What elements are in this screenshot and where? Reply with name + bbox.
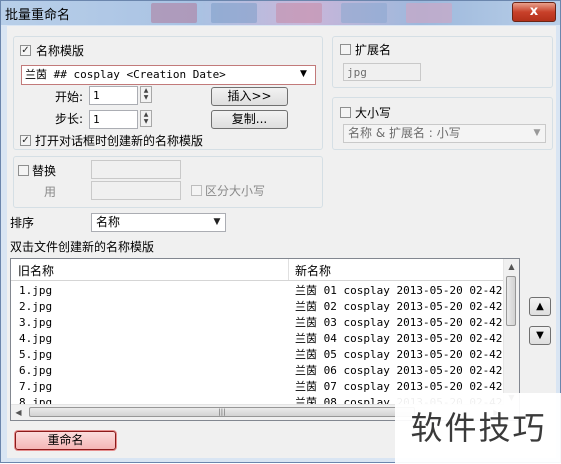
copy-button[interactable]: 复制... [211,110,288,129]
title-bar[interactable]: 批量重命名 x [1,1,560,25]
extension-label: 扩展名 [355,43,392,57]
new-name-cell: 兰茵 05 cosplay 2013-05-20 02-42.jpg [295,348,520,361]
step-spinner[interactable]: ▲ ▼ [140,110,152,127]
spin-up-icon[interactable]: ▲ [141,87,151,94]
title-decoration [406,3,452,23]
extension-checkbox[interactable] [340,44,351,55]
triangle-down-icon: ▼ [536,330,544,341]
column-old-name[interactable]: 旧名称 [18,262,54,279]
move-up-button[interactable]: ▲ [529,297,551,316]
spin-down-icon[interactable]: ▼ [141,94,151,101]
chevron-down-icon[interactable]: ▼ [300,69,307,79]
name-template-input[interactable]: 兰茵 ## cosplay <Creation Date> [21,65,316,85]
step-input[interactable]: 1 [89,110,138,129]
case-sensitive-label: 区分大小写 [205,184,266,198]
old-name-cell: 7.jpg [19,380,53,393]
new-name-cell: 兰茵 04 cosplay 2013-05-20 02-42.jpg [295,332,520,345]
vertical-scrollbar[interactable]: ▲ ▼ [503,259,519,405]
scroll-left-icon[interactable]: ◀ [11,405,26,420]
new-name-cell: 兰茵 06 cosplay 2013-05-20 02-42.jpg [295,364,520,377]
vertical-scroll-thumb[interactable] [506,276,516,326]
horizontal-scroll-thumb[interactable]: ||| [29,407,415,417]
table-row[interactable]: 4.jpg 兰茵 04 cosplay 2013-05-20 02-42.jpg [11,331,519,347]
spin-up-icon[interactable]: ▲ [141,111,151,118]
title-decoration [151,3,197,23]
table-row[interactable]: 6.jpg 兰茵 06 cosplay 2013-05-20 02-42.jpg [11,363,519,379]
table-row[interactable]: 1.jpg 兰茵 01 cosplay 2013-05-20 02-42.jpg [11,283,519,299]
start-input[interactable]: 1 [89,86,138,105]
grip-icon: ||| [218,408,226,416]
with-label: 用 [44,185,57,199]
batch-rename-dialog: 批量重命名 x ✓ 名称模版 兰茵 ## cosplay <Creation D… [0,0,561,464]
open-dialog-checkbox[interactable]: ✓ [20,135,31,146]
title-decoration [211,3,257,23]
case-label: 大小写 [355,106,392,120]
scroll-up-icon[interactable]: ▲ [504,259,519,274]
move-down-button[interactable]: ▼ [529,326,551,345]
table-row[interactable]: 2.jpg 兰茵 02 cosplay 2013-05-20 02-42.jpg [11,299,519,315]
table-row[interactable]: 3.jpg 兰茵 03 cosplay 2013-05-20 02-42.jpg [11,315,519,331]
start-spinner[interactable]: ▲ ▼ [140,86,152,103]
old-name-cell: 4.jpg [19,332,53,345]
column-new-name[interactable]: 新名称 [295,262,331,279]
case-checkbox[interactable] [340,107,351,118]
old-name-cell: 6.jpg [19,364,53,377]
extension-input[interactable]: jpg [343,63,421,81]
sort-select-value: 名称 [96,215,121,229]
column-divider[interactable] [288,259,289,280]
old-name-cell: 2.jpg [19,300,53,313]
case-select-value: 名称 & 扩展名 : 小写 [348,126,461,140]
chevron-down-icon[interactable]: ▼ [529,125,545,142]
replace-input[interactable] [91,181,181,200]
old-name-cell: 5.jpg [19,348,53,361]
name-template-label: 名称模版 [36,44,85,58]
new-name-cell: 兰茵 01 cosplay 2013-05-20 02-42.jpg [295,284,520,297]
replace-checkbox[interactable] [18,165,29,176]
step-label: 步长: [55,112,84,126]
new-name-cell: 兰茵 03 cosplay 2013-05-20 02-42.jpg [295,316,520,329]
title-decoration [276,3,322,23]
sort-label: 排序 [10,216,35,230]
chevron-down-icon[interactable]: ▼ [209,214,225,231]
old-name-cell: 1.jpg [19,284,53,297]
close-button[interactable]: x [512,2,556,22]
triangle-up-icon: ▲ [536,301,544,312]
open-dialog-label: 打开对话框时创建新的名称模版 [35,134,204,148]
title-decoration [341,3,387,23]
insert-button[interactable]: 插入>> [211,87,288,106]
watermark-text: 软件技巧 [395,393,561,464]
replace-label: 替换 [32,164,57,178]
spin-down-icon[interactable]: ▼ [141,118,151,125]
list-header: 旧名称 新名称 [11,259,519,281]
old-name-cell: 3.jpg [19,316,53,329]
case-sensitive-checkbox[interactable] [191,185,202,196]
case-select[interactable]: 名称 & 扩展名 : 小写 ▼ [343,124,546,143]
rename-button[interactable]: 重命名 [15,431,116,450]
table-row[interactable]: 5.jpg 兰茵 05 cosplay 2013-05-20 02-42.jpg [11,347,519,363]
find-input[interactable] [91,160,181,179]
close-icon: x [529,4,539,19]
sort-select[interactable]: 名称 ▼ [91,213,226,232]
hint-text: 双击文件创建新的名称模版 [10,240,155,254]
new-name-cell: 兰茵 02 cosplay 2013-05-20 02-42.jpg [295,300,520,313]
name-template-checkbox[interactable]: ✓ [20,45,31,56]
window-title: 批量重命名 [5,8,71,23]
start-label: 开始: [55,90,84,104]
